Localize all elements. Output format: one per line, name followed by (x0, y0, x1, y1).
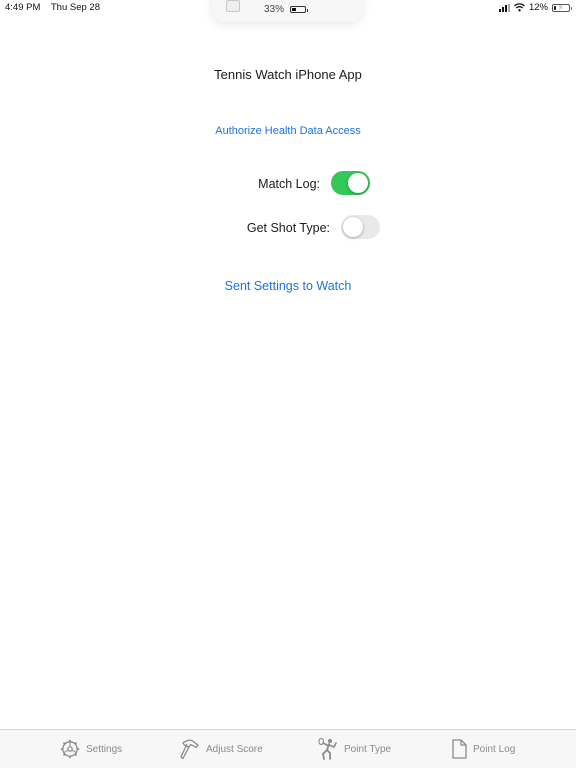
hammer-icon (180, 739, 199, 759)
watch-battery-fill (292, 8, 296, 11)
status-date: Thu Sep 28 (50, 2, 100, 13)
match-log-toggle[interactable] (331, 171, 370, 195)
tab-label: Settings (86, 743, 123, 755)
wifi-icon (514, 3, 525, 12)
battery-percent: 12% (528, 2, 548, 13)
watch-icon (226, 0, 240, 12)
cellular-signal-icon (498, 3, 510, 12)
status-right: 12% ⚡ (498, 2, 572, 13)
tab-label: Point Log (473, 743, 516, 755)
battery-fill (554, 5, 556, 10)
toggle-knob (343, 217, 363, 237)
tennis-player-icon (318, 738, 337, 760)
tab-bar: Settings Adjust Score Point Type Point L… (0, 729, 576, 768)
page-title: Tennis Watch iPhone App (214, 67, 362, 82)
shot-type-toggle[interactable] (341, 215, 380, 239)
tab-settings[interactable]: Settings (60, 738, 122, 760)
send-settings-button[interactable]: Sent Settings to Watch (0, 279, 576, 293)
charging-bolt-icon: ⚡ (558, 2, 564, 12)
authorize-health-button[interactable]: Authorize Health Data Access (0, 125, 576, 137)
shot-type-label: Get Shot Type: (246, 221, 330, 235)
tab-point-type[interactable]: Point Type (318, 738, 391, 760)
match-log-label: Match Log: (258, 177, 320, 191)
battery-icon: ⚡ (552, 2, 572, 12)
tab-label: Adjust Score (206, 743, 263, 755)
watch-battery-percent: 33% (264, 4, 285, 15)
toggle-knob (348, 173, 368, 193)
document-icon (452, 739, 467, 759)
gear-icon (60, 739, 80, 759)
watch-battery-icon (290, 6, 308, 13)
status-left: 4:49 PM Thu Sep 28 (5, 2, 108, 13)
status-time: 4:49 PM (5, 2, 41, 13)
tab-label: Point Type (344, 743, 392, 755)
watch-battery-widget: 33% (212, 0, 362, 22)
tab-adjust-score[interactable]: Adjust Score (178, 738, 263, 760)
tab-point-log[interactable]: Point Log (451, 738, 515, 760)
